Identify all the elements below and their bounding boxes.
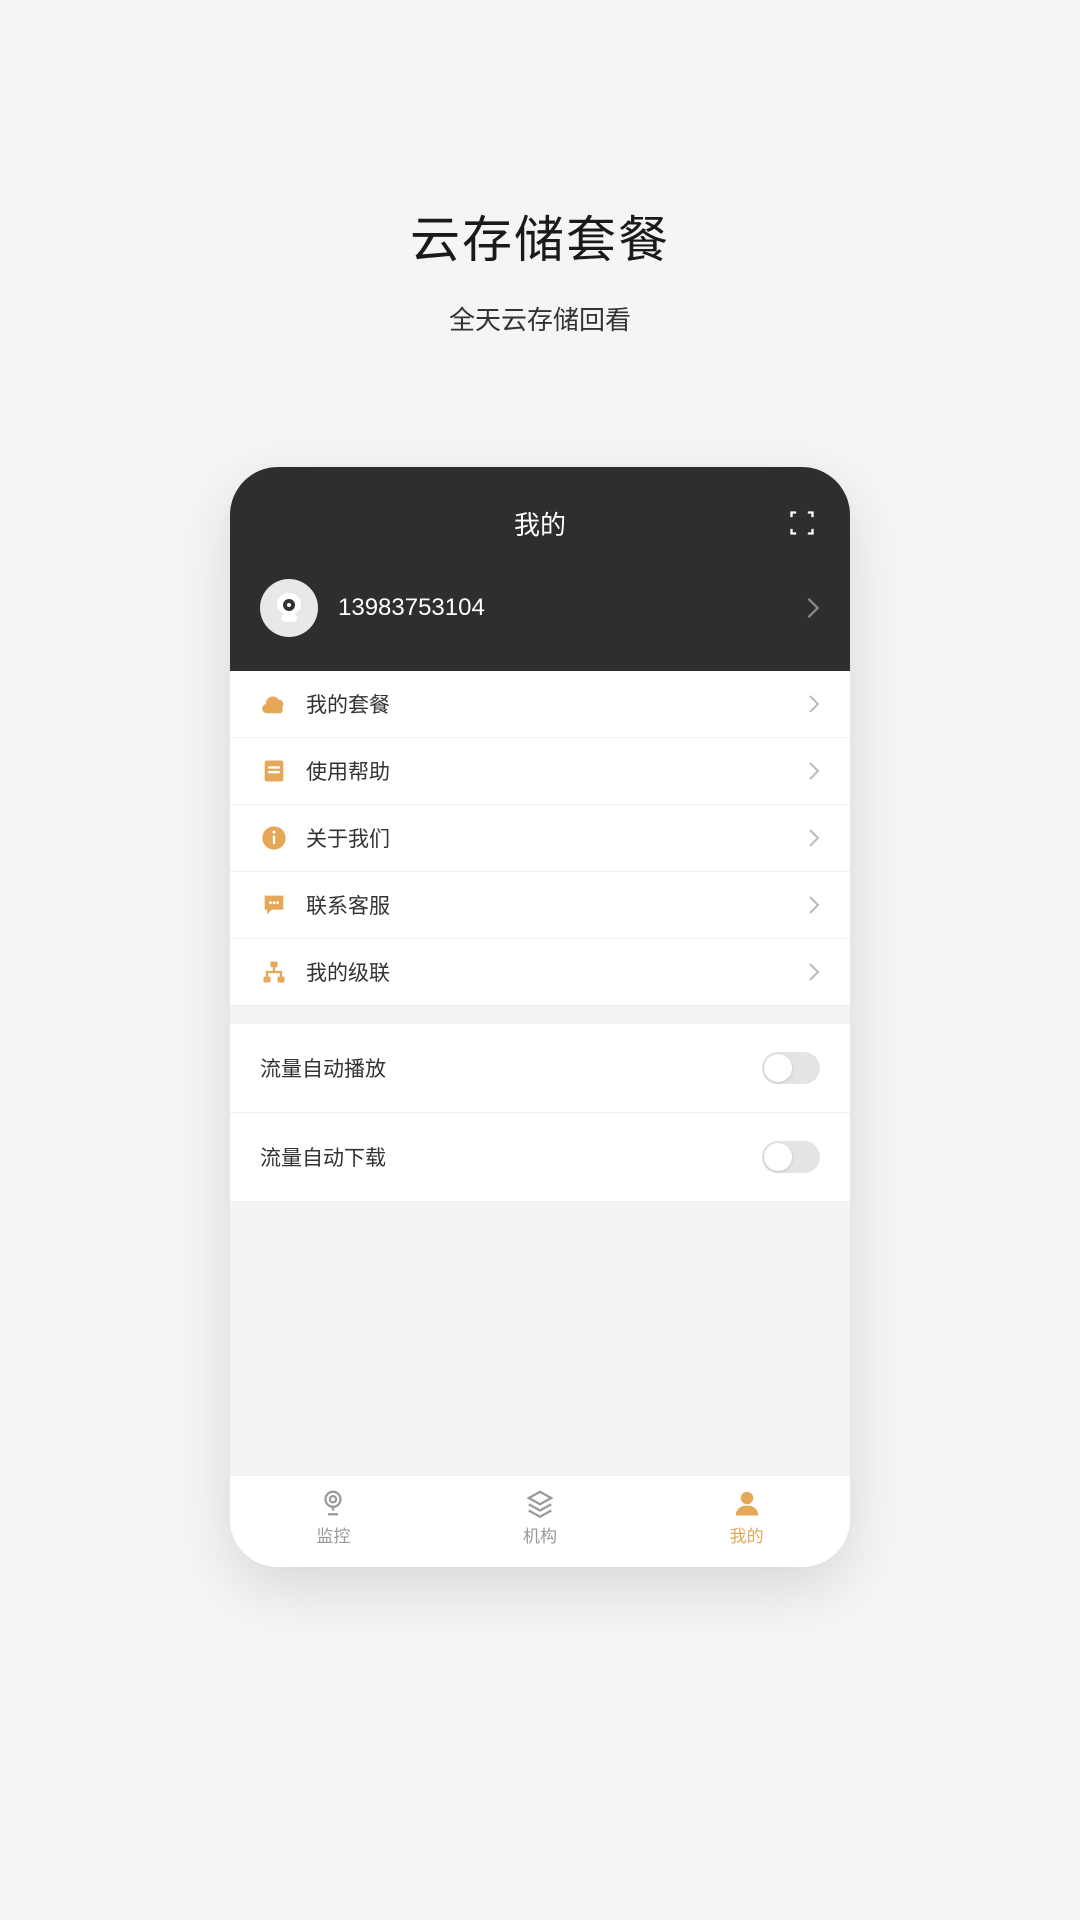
chat-icon <box>260 891 288 919</box>
tabbar: 监控 机构 我的 <box>230 1475 850 1567</box>
menu-label: 我的级联 <box>306 957 808 987</box>
menu-item-plan[interactable]: 我的套餐 <box>230 671 850 738</box>
phone-frame: 我的 13983753104 <box>230 467 850 1567</box>
layers-icon <box>525 1488 555 1518</box>
menu-item-about[interactable]: 关于我们 <box>230 805 850 872</box>
toggle-switch[interactable] <box>762 1052 820 1084</box>
scan-icon[interactable] <box>788 509 816 537</box>
menu-item-help[interactable]: 使用帮助 <box>230 738 850 805</box>
chevron-right-icon <box>808 694 820 714</box>
page-subtitle: 全天云存储回看 <box>449 300 631 337</box>
toggle-label: 流量自动播放 <box>260 1053 762 1083</box>
hierarchy-icon <box>260 958 288 986</box>
menu-item-contact[interactable]: 联系客服 <box>230 872 850 939</box>
header: 我的 13983753104 <box>230 467 850 671</box>
chevron-right-icon <box>808 828 820 848</box>
tab-label: 我的 <box>730 1522 764 1547</box>
header-top: 我的 <box>230 495 850 551</box>
menu-label: 关于我们 <box>306 823 808 853</box>
chevron-right-icon <box>806 596 820 620</box>
info-icon <box>260 824 288 852</box>
profile-id: 13983753104 <box>338 594 806 622</box>
toggle-autoplay: 流量自动播放 <box>230 1024 850 1113</box>
tab-label: 机构 <box>523 1522 557 1547</box>
cloud-icon <box>260 690 288 718</box>
section-gap <box>230 1006 850 1024</box>
tab-label: 监控 <box>316 1522 350 1547</box>
menu-label: 联系客服 <box>306 890 808 920</box>
menu-label: 我的套餐 <box>306 689 808 719</box>
toggle-autodownload: 流量自动下载 <box>230 1113 850 1202</box>
chevron-right-icon <box>808 895 820 915</box>
menu-label: 使用帮助 <box>306 756 808 786</box>
chevron-right-icon <box>808 962 820 982</box>
tab-monitor[interactable]: 监控 <box>230 1488 437 1547</box>
toggle-switch[interactable] <box>762 1141 820 1173</box>
tab-mine[interactable]: 我的 <box>643 1488 850 1547</box>
page-title: 云存储套餐 <box>410 200 670 272</box>
profile-row[interactable]: 13983753104 <box>230 551 850 671</box>
menu-section: 我的套餐 使用帮助 关于我们 联系客服 <box>230 671 850 1006</box>
person-icon <box>732 1488 762 1518</box>
header-title: 我的 <box>514 505 566 542</box>
camera-icon <box>318 1488 348 1518</box>
document-icon <box>260 757 288 785</box>
menu-item-cascade[interactable]: 我的级联 <box>230 939 850 1006</box>
avatar <box>260 579 318 637</box>
content-fill <box>230 1202 850 1475</box>
toggle-label: 流量自动下载 <box>260 1142 762 1172</box>
chevron-right-icon <box>808 761 820 781</box>
tab-org[interactable]: 机构 <box>437 1488 644 1547</box>
